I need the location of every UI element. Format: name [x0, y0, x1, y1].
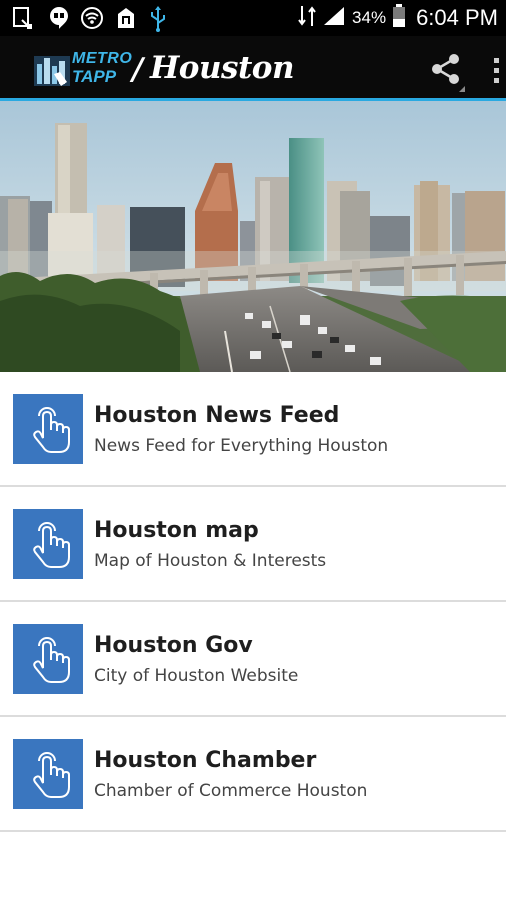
item-subtitle: News Feed for Everything Houston [94, 436, 389, 456]
logo-text-tapp: TAPP [72, 67, 117, 86]
list-item-map[interactable]: Houston map Map of Houston & Interests [0, 487, 506, 602]
app-logo[interactable]: METRO TAPP [34, 50, 133, 88]
data-sync-icon [298, 4, 316, 32]
status-time: 6:04 PM [416, 5, 498, 30]
page-title: Houston [150, 50, 295, 86]
hand-tap-icon [13, 394, 83, 464]
list-item-gov[interactable]: Houston Gov City of Houston Website [0, 602, 506, 717]
hand-tap-icon [13, 624, 83, 694]
logo-text-metro: METRO [72, 50, 133, 67]
usb-icon [148, 6, 168, 36]
share-icon [432, 54, 465, 92]
wifi-icon [80, 6, 104, 34]
overflow-menu-button[interactable] [488, 52, 504, 88]
list-item-news-feed[interactable]: Houston News Feed News Feed for Everythi… [0, 372, 506, 487]
houston-skyline-image [0, 101, 506, 372]
list-item-chamber[interactable]: Houston Chamber Chamber of Commerce Hous… [0, 717, 506, 832]
signal-icon [322, 5, 346, 31]
battery-icon [392, 4, 406, 32]
item-title: Houston Gov [94, 633, 253, 658]
item-title: Houston News Feed [94, 403, 340, 428]
city-logo-icon [34, 56, 70, 86]
item-title: Houston Chamber [94, 748, 317, 773]
item-title: Houston map [94, 518, 259, 543]
share-button[interactable] [425, 50, 469, 94]
item-subtitle: City of Houston Website [94, 666, 299, 686]
title-separator: / [132, 52, 143, 87]
battery-percent: 34% [352, 8, 387, 27]
status-bar: 34% 6:04 PM [0, 0, 506, 36]
screenshot-icon [12, 6, 34, 34]
notification-icon [114, 6, 138, 34]
item-subtitle: Map of Houston & Interests [94, 551, 327, 571]
hand-tap-icon [13, 739, 83, 809]
hand-tap-icon [13, 509, 83, 579]
item-subtitle: Chamber of Commerce Houston [94, 781, 368, 801]
hangouts-icon [48, 6, 70, 34]
link-list: Houston News Feed News Feed for Everythi… [0, 372, 506, 832]
